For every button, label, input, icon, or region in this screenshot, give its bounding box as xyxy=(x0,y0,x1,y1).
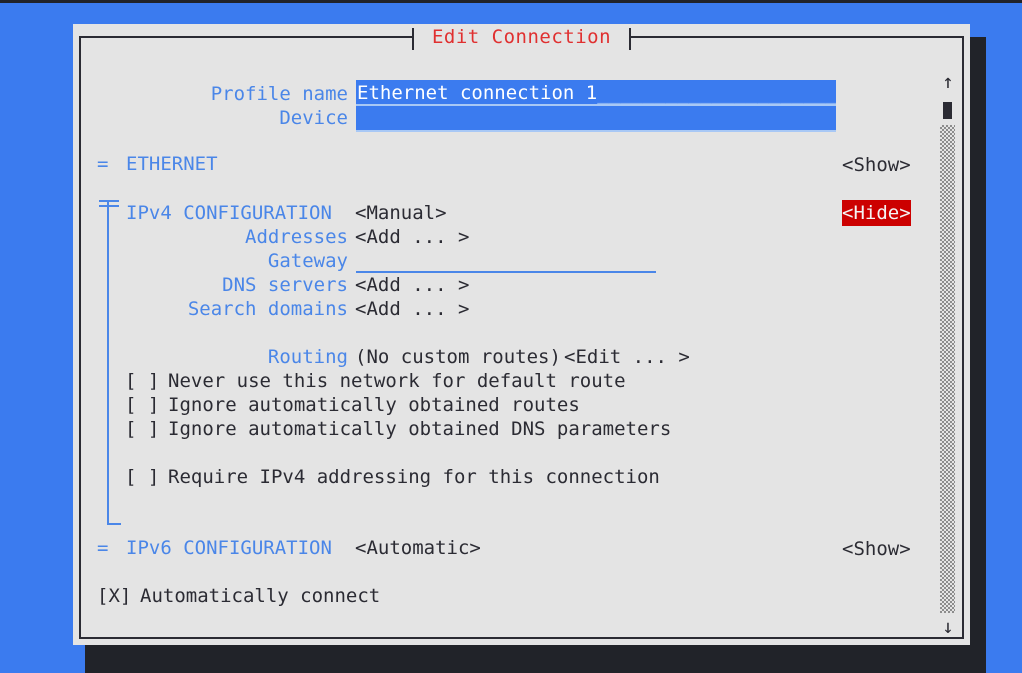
ipv4-section-label: IPv4 CONFIGURATION xyxy=(126,202,332,224)
profile-name-filler: _____________________ xyxy=(597,82,836,104)
ipv4-checkbox-ignore-dns-mark[interactable]: [ ] xyxy=(125,417,159,441)
ipv4-checkbox-ignore-routes-label[interactable]: Ignore automatically obtained routes xyxy=(168,393,580,417)
edit-connection-window: Edit Connection Profile name Ethernet co… xyxy=(73,24,970,645)
ipv4-hide-button[interactable]: <Hide> xyxy=(842,200,911,226)
ipv4-tree-bottom-corner xyxy=(107,523,121,525)
ipv6-show-button[interactable]: <Show> xyxy=(842,536,911,562)
window-title: Edit Connection xyxy=(431,26,612,48)
ipv4-checkbox-ignore-dns-label[interactable]: Ignore automatically obtained DNS parame… xyxy=(168,417,671,441)
ipv4-dns-servers-add-button[interactable]: <Add ... > xyxy=(355,273,469,297)
ipv4-tree-vertical xyxy=(107,202,109,525)
ipv4-addresses-add-button[interactable]: <Add ... > xyxy=(355,225,469,249)
ethernet-section-label: ETHERNET xyxy=(126,153,218,175)
ipv4-gateway-label: Gateway xyxy=(267,250,348,272)
device-label: Device xyxy=(279,107,348,129)
title-tick-right xyxy=(629,28,631,50)
ipv6-collapse-marker[interactable]: = xyxy=(97,536,108,560)
window-content: Profile name Ethernet connection 1______… xyxy=(81,50,959,637)
scroll-down-arrow-icon[interactable]: ↓ xyxy=(937,617,959,637)
terminal-top-strip xyxy=(0,0,1022,3)
device-input[interactable] xyxy=(356,106,836,132)
ipv4-search-domains-add-button[interactable]: <Add ... > xyxy=(355,297,469,321)
ipv4-search-domains-label: Search domains xyxy=(187,298,348,320)
profile-name-label: Profile name xyxy=(210,83,348,105)
ethernet-show-button[interactable]: <Show> xyxy=(842,152,911,178)
ipv4-checkbox-ignore-routes-mark[interactable]: [ ] xyxy=(125,393,159,417)
ipv4-method-selector[interactable]: <Manual> xyxy=(355,201,447,225)
desktop-background-right xyxy=(986,3,1022,673)
scrollbar-thumb[interactable] xyxy=(943,102,952,119)
auto-connect-checkbox-mark[interactable]: [X] xyxy=(97,584,131,608)
ethernet-collapse-marker[interactable]: = xyxy=(97,152,108,176)
profile-name-input[interactable]: Ethernet connection 1___________________… xyxy=(356,80,836,106)
scroll-up-arrow-icon[interactable]: ↑ xyxy=(937,72,959,92)
scrollbar-track[interactable] xyxy=(940,125,955,613)
ipv4-dns-servers-label: DNS servers xyxy=(222,274,348,296)
ipv4-tree-top-branch xyxy=(99,200,119,202)
window-shadow-right xyxy=(970,37,986,673)
ipv4-addresses-label: Addresses xyxy=(245,226,348,248)
ipv4-checkbox-require-addressing-mark[interactable]: [ ] xyxy=(125,465,159,489)
window-shadow-bottom xyxy=(85,645,986,673)
ipv4-gateway-input[interactable] xyxy=(356,249,656,273)
auto-connect-checkbox-label[interactable]: Automatically connect xyxy=(140,584,380,608)
ipv4-checkbox-never-default-route-mark[interactable]: [ ] xyxy=(125,369,159,393)
profile-name-value: Ethernet connection 1 xyxy=(357,82,598,104)
ipv4-checkbox-never-default-route-label[interactable]: Never use this network for default route xyxy=(168,369,626,393)
ipv4-routing-summary: (No custom routes) xyxy=(355,346,561,368)
vertical-scrollbar[interactable]: ↑ ↓ xyxy=(937,72,959,637)
ipv6-section-label: IPv6 CONFIGURATION xyxy=(126,537,332,559)
ipv4-routing-label: Routing xyxy=(267,346,348,368)
ipv4-checkbox-require-addressing-label[interactable]: Require IPv4 addressing for this connect… xyxy=(168,465,660,489)
ipv4-routing-edit-button[interactable]: <Edit ... > xyxy=(564,345,690,369)
ipv6-method-selector[interactable]: <Automatic> xyxy=(355,536,481,560)
ipv4-tree-top-branch-2 xyxy=(99,205,119,207)
